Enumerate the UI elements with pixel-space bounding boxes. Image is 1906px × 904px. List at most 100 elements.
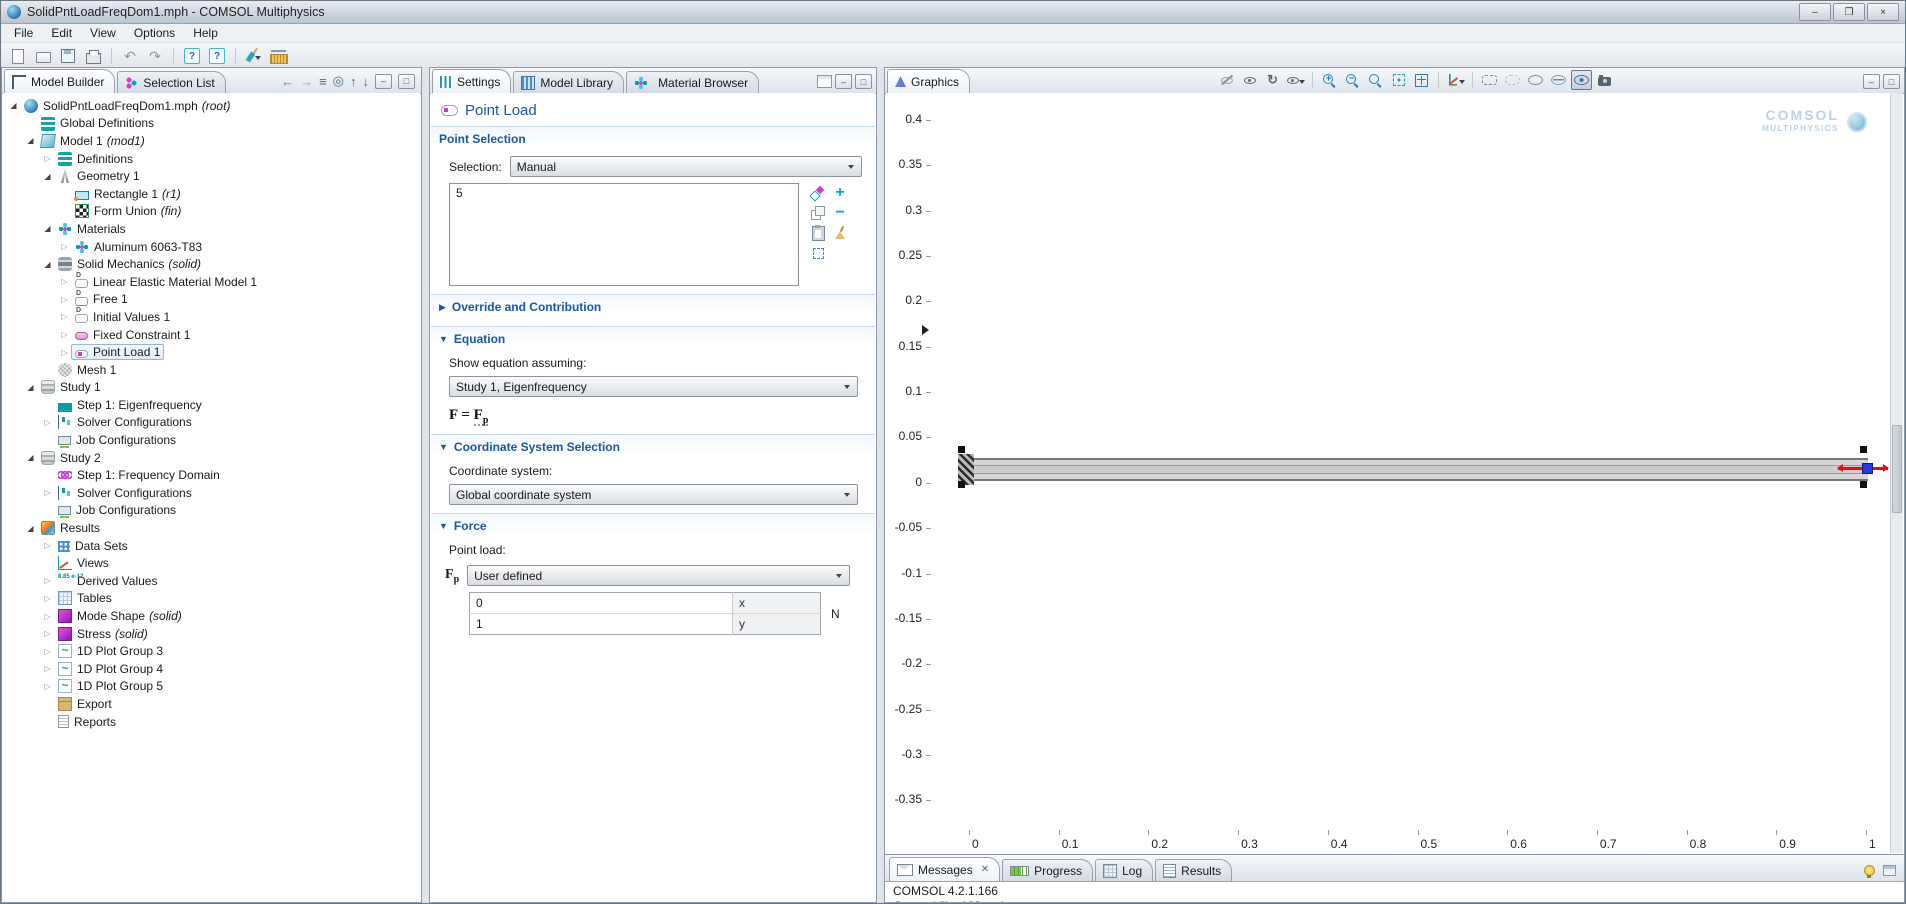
vertex-handle[interactable] (1860, 446, 1867, 453)
tree-expand-icon[interactable]: ▷ (58, 295, 71, 304)
tree-expand-icon[interactable]: ▷ (41, 664, 54, 673)
tree-expand-icon[interactable]: ◢ (7, 101, 20, 110)
paint-results-icon[interactable] (243, 45, 265, 67)
help-topics-icon[interactable]: ? (206, 45, 228, 67)
measure-icon[interactable] (268, 45, 290, 67)
tree-expand-icon[interactable]: ◢ (41, 224, 54, 233)
graphics-scrollbar[interactable] (1890, 93, 1903, 853)
select-domain-icon[interactable] (1502, 70, 1523, 90)
create-selection-icon[interactable] (808, 184, 828, 202)
zoom-in-icon[interactable]: + (1319, 70, 1340, 90)
tree-item-initial-values-1[interactable]: ▷Initial Values 1 (3, 308, 420, 326)
selection-list-item[interactable]: 5 (456, 186, 792, 200)
tree-item-solver-configurations[interactable]: ▷Solver Configurations (3, 484, 420, 502)
minimize-panel-icon[interactable]: – (375, 74, 392, 89)
snapshot-icon[interactable] (1594, 70, 1615, 90)
section-override[interactable]: ▶ Override and Contribution (431, 294, 875, 318)
menu-item-options[interactable]: Options (125, 24, 184, 42)
zoom-out-icon[interactable]: − (1342, 70, 1363, 90)
back-icon[interactable]: ← (281, 74, 294, 89)
tree-expand-icon[interactable]: ▷ (41, 541, 54, 550)
tree-item-data-sets[interactable]: ▷Data Sets (3, 537, 420, 555)
tree-expand-icon[interactable]: ▷ (41, 154, 54, 163)
tree-expand-icon[interactable]: ◢ (24, 453, 37, 462)
tree-item-solidpntloadfreqdom1-mph[interactable]: ◢SolidPntLoadFreqDom1.mph(root) (3, 97, 420, 115)
scrollbar-thumb[interactable] (1892, 425, 1902, 513)
show-icon[interactable]: ◎ (333, 73, 344, 89)
tab-messages[interactable]: Messages✕ (889, 857, 1000, 881)
tree-item-job-configurations[interactable]: Job Configurations (3, 431, 420, 449)
tree-item-model-1[interactable]: ◢Model 1(mod1) (3, 132, 420, 150)
tree-item-export[interactable]: Export (3, 695, 420, 713)
tree-item-global-definitions[interactable]: Global Definitions (3, 115, 420, 133)
tree-expand-icon[interactable]: ▷ (58, 312, 71, 321)
force-value-cell[interactable]: 1 (470, 614, 733, 635)
section-force[interactable]: ▼ Force (431, 513, 875, 537)
undo-icon[interactable]: ↶ (119, 45, 141, 67)
force-table[interactable]: 0x1y (469, 592, 821, 635)
tree-item-1d-plot-group-4[interactable]: ▷~1D Plot Group 4 (3, 660, 420, 678)
clear-selection-icon[interactable] (830, 224, 850, 242)
vertex-handle[interactable] (958, 481, 965, 488)
tree-expand-icon[interactable]: ◢ (24, 524, 37, 533)
selection-listbox[interactable]: 5 (449, 183, 799, 286)
add-to-selection-icon[interactable]: + (830, 184, 850, 202)
zoom-box-icon[interactable] (1365, 70, 1386, 90)
section-coordinate[interactable]: ▼ Coordinate System Selection (431, 434, 875, 458)
menu-item-view[interactable]: View (81, 24, 125, 42)
detach-icon[interactable] (1883, 865, 1896, 876)
tree-item-geometry-1[interactable]: ◢Geometry 1 (3, 167, 420, 185)
tab-selection-list[interactable]: Selection List (117, 71, 225, 93)
graphics-canvas[interactable]: COMSOL MULTIPHYSICS 0.40.350.30 (886, 93, 1903, 853)
tab-progress[interactable]: Progress (1002, 859, 1093, 881)
tree-expand-icon[interactable]: ◢ (41, 260, 54, 269)
tree-expand-icon[interactable]: ▷ (41, 612, 54, 621)
tree-item-reports[interactable]: Reports (3, 713, 420, 731)
tree-item-stress[interactable]: ▷Stress(solid) (3, 625, 420, 643)
new-icon[interactable] (7, 45, 29, 67)
tree-expand-icon[interactable]: ▷ (41, 488, 54, 497)
vertex-handle[interactable] (1860, 481, 1867, 488)
hide-icon[interactable] (1216, 70, 1237, 90)
tree-expand-icon[interactable]: ▷ (58, 242, 71, 251)
tree-expand-icon[interactable]: ▷ (41, 418, 54, 427)
tab-material-browser[interactable]: Material Browser (626, 71, 759, 93)
zoom-to-selection-icon[interactable] (808, 244, 828, 262)
tree-expand-icon[interactable]: ▷ (41, 682, 54, 691)
vertex-handle[interactable] (958, 446, 965, 453)
section-equation[interactable]: ▼ Equation (431, 326, 875, 350)
tab-model-library[interactable]: Model Library (513, 71, 624, 93)
dropdown-caret-icon[interactable] (1459, 80, 1465, 87)
tree-expand-icon[interactable]: ▷ (58, 330, 71, 339)
tree-item-step-1-eigenfrequency[interactable]: Step 1: Eigenfrequency (3, 396, 420, 414)
maximize-button[interactable]: ❐ (1833, 3, 1865, 21)
lamp-icon[interactable] (1864, 865, 1875, 876)
tree-item-job-configurations[interactable]: Job Configurations (3, 502, 420, 520)
forward-icon[interactable]: → (300, 74, 313, 89)
tree-item-mesh-1[interactable]: Mesh 1 (3, 361, 420, 379)
tree-item-results[interactable]: ◢Results (3, 519, 420, 537)
select-object-icon[interactable] (1479, 70, 1500, 90)
tree-expand-icon[interactable]: ▷ (58, 348, 71, 357)
selection-combo[interactable]: Manual (510, 156, 862, 177)
move-down-icon[interactable]: ↓ (363, 74, 370, 89)
show-all-icon[interactable] (1239, 70, 1260, 90)
maximize-panel-icon[interactable]: □ (398, 74, 415, 89)
tab-model-builder[interactable]: Model Builder (4, 69, 115, 93)
menu-item-help[interactable]: Help (184, 24, 227, 42)
maximize-panel-icon[interactable]: □ (1883, 74, 1900, 89)
refresh-icon[interactable]: ↻ (1262, 70, 1283, 90)
tree-item-form-union[interactable]: Form Union(fin) (3, 203, 420, 221)
splitter-right[interactable] (877, 67, 884, 903)
close-button[interactable]: × (1867, 3, 1899, 21)
select-edge-icon[interactable] (1548, 70, 1569, 90)
copy-selection-icon[interactable] (808, 204, 828, 222)
selected-point-marker[interactable] (1862, 463, 1873, 474)
zoom-extents-icon[interactable] (1411, 70, 1432, 90)
tab-results[interactable]: Results (1155, 859, 1232, 881)
tree-item-mode-shape[interactable]: ▷Mode Shape(solid) (3, 607, 420, 625)
tab-settings[interactable]: Settings (432, 69, 511, 93)
tree-item-derived-values[interactable]: ▷8.85 e-12Derived Values (3, 572, 420, 590)
tree-item-study-1[interactable]: ◢Study 1 (3, 379, 420, 397)
equation-study-combo[interactable]: Study 1, Eigenfrequency (449, 376, 858, 397)
